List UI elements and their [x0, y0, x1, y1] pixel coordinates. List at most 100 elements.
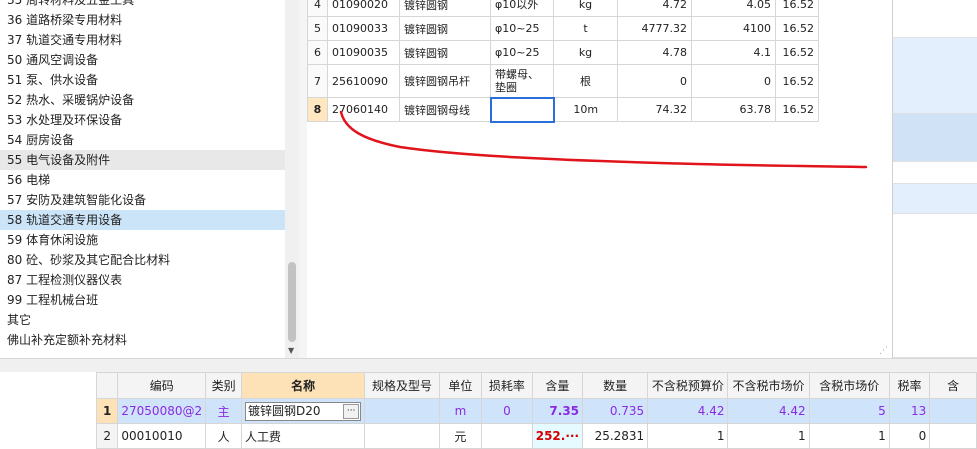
cell-unit[interactable]: m [438, 398, 483, 424]
cell-more[interactable] [929, 398, 977, 424]
category-item[interactable]: 54 厨房设备 [0, 130, 285, 150]
material-value: 16.52 [775, 16, 819, 41]
cell-type[interactable]: 人 [205, 423, 243, 449]
category-item[interactable]: 99 工程机械台班 [0, 290, 285, 310]
cell-qty[interactable]: 7.35 [531, 398, 584, 424]
category-tree: 35 周转材料及五金工具 36 道路桥梁专用材料 37 轨道交通专用材料 50 … [0, 0, 285, 358]
category-item[interactable]: 37 轨道交通专用材料 [0, 30, 285, 50]
material-row[interactable]: 5 01090033 镀锌圆钢 φ10~25 t 4777.32 4100 16… [307, 16, 819, 41]
category-item[interactable]: 53 水处理及环保设备 [0, 110, 285, 130]
category-item[interactable]: 35 周转材料及五金工具 [0, 0, 285, 10]
scrollbar-thumb[interactable] [288, 262, 296, 342]
header-type[interactable]: 类别 [205, 372, 243, 399]
material-code: 01090033 [327, 16, 400, 41]
cell-amount[interactable]: 0.735 [582, 398, 649, 424]
cell-spec[interactable] [364, 423, 440, 449]
header-spec[interactable]: 规格及型号 [364, 372, 440, 399]
cell-qty[interactable]: 252.··· [531, 423, 584, 449]
category-item[interactable]: 51 泵、供水设备 [0, 70, 285, 90]
material-code: 01090020 [327, 0, 400, 17]
grid-header-row: 编码 类别 名称 规格及型号 单位 损耗率 含量 数量 不含税预算价 不含税市场… [95, 372, 977, 399]
cell-loss[interactable]: 0 [481, 398, 533, 424]
cell-unit[interactable]: 元 [438, 423, 483, 449]
cell-spec[interactable] [364, 398, 440, 424]
cell-code[interactable]: 00010010 [117, 423, 207, 449]
category-item[interactable]: 36 道路桥梁专用材料 [0, 10, 285, 30]
material-row-selected[interactable]: 8 27060140 镀锌圆钢母线 10m 74.32 63.78 16.52 [307, 96, 819, 123]
material-value: 4.1 [691, 40, 776, 65]
cell-more[interactable] [929, 423, 977, 449]
cell-loss[interactable] [481, 423, 533, 449]
name-editor[interactable]: 镀锌圆钢D20 ··· [245, 401, 362, 421]
resize-grip-icon[interactable]: ⋰ [879, 346, 888, 356]
material-row[interactable]: 6 01090035 镀锌圆钢 φ10~25 kg 4.78 4.1 16.52 [307, 40, 819, 65]
category-item[interactable]: 57 安防及建筑智能化设备 [0, 190, 285, 210]
header-market-tax[interactable]: 含税市场价 [808, 372, 890, 399]
material-code: 27060140 [327, 97, 400, 122]
scroll-down-icon[interactable]: ▼ [288, 346, 294, 355]
cell-code[interactable]: 27050080@2 [117, 398, 207, 424]
cell-rate[interactable]: 13 [888, 398, 931, 424]
ellipsis-button-icon[interactable]: ··· [343, 403, 360, 419]
grid-row-selected[interactable]: 1 27050080@2 主 镀锌圆钢D20 ··· m 0 7.35 0.735… [95, 398, 977, 424]
panel-band [893, 0, 977, 38]
category-item[interactable]: 50 通风空调设备 [0, 50, 285, 70]
material-value: 4.05 [691, 0, 776, 17]
cell-name[interactable]: 人工费 [241, 423, 366, 449]
category-item[interactable]: 56 电梯 [0, 170, 285, 190]
grid-row[interactable]: 2 00010010 人 人工费 元 252.··· 25.2831 1 1 1… [95, 423, 977, 449]
cell-amount[interactable]: 25.2831 [582, 423, 649, 449]
material-spec: 带螺母、垫圈 [490, 64, 554, 98]
cell-budget[interactable]: 1 [647, 423, 729, 449]
category-item[interactable]: 59 体育休闲设施 [0, 230, 285, 250]
cell-type[interactable]: 主 [205, 398, 243, 424]
material-unit: kg [553, 0, 618, 17]
material-spec: φ10~25 [490, 40, 554, 65]
panel-band [893, 214, 977, 358]
material-spec: φ10以外 [490, 0, 554, 17]
category-item[interactable]: 其它 [0, 310, 285, 330]
panel-band [893, 38, 977, 114]
header-name[interactable]: 名称 [241, 372, 366, 399]
cell-market-tax[interactable]: 1 [808, 423, 890, 449]
material-code: 25610090 [327, 64, 400, 98]
material-list-panel: 4 01090020 镀锌圆钢 φ10以外 kg 4.72 4.05 16.52… [307, 0, 892, 358]
header-budget[interactable]: 不含税预算价 [647, 372, 729, 399]
row-number: 1 [95, 398, 119, 424]
cell-market[interactable]: 4.42 [727, 398, 810, 424]
material-code: 01090035 [327, 40, 400, 65]
material-value: 16.52 [775, 64, 819, 98]
category-scrollbar[interactable]: ▼ [285, 0, 299, 358]
cell-budget[interactable]: 4.42 [647, 398, 729, 424]
cell-rate[interactable]: 0 [888, 423, 931, 449]
category-item[interactable]: 52 热水、采暖锅炉设备 [0, 90, 285, 110]
cell-market[interactable]: 1 [727, 423, 810, 449]
material-unit: 10m [553, 97, 618, 122]
panel-band [893, 162, 977, 184]
header-unit[interactable]: 单位 [438, 372, 483, 399]
right-panel [892, 0, 977, 358]
category-item-selected[interactable]: 58 轨道交通专用设备 [0, 210, 285, 230]
header-code[interactable]: 编码 [117, 372, 207, 399]
header-more[interactable]: 含 [929, 372, 977, 399]
header-rate[interactable]: 税率 [888, 372, 931, 399]
header-qty[interactable]: 含量 [531, 372, 584, 399]
material-value: 16.52 [775, 0, 819, 17]
category-item[interactable]: 佛山补充定额补充材料 [0, 330, 285, 350]
category-item-hovered[interactable]: 55 电气设备及附件 [0, 150, 285, 170]
material-name: 镀锌圆钢吊杆 [399, 64, 491, 98]
category-item[interactable]: 80 砼、砂浆及其它配合比材料 [0, 250, 285, 270]
panel-band [893, 184, 977, 214]
material-row[interactable]: 7 25610090 镀锌圆钢吊杆 带螺母、垫圈 根 0 0 16.52 [307, 64, 819, 98]
material-spec: φ10~25 [490, 16, 554, 41]
horizontal-splitter[interactable] [0, 358, 977, 372]
cell-market-tax[interactable]: 5 [808, 398, 890, 424]
material-row[interactable]: 4 01090020 镀锌圆钢 φ10以外 kg 4.72 4.05 16.52 [307, 0, 819, 17]
header-loss[interactable]: 损耗率 [481, 372, 533, 399]
category-item[interactable]: 87 工程检测仪器仪表 [0, 270, 285, 290]
material-spec-editor[interactable] [489, 96, 555, 123]
row-number: 6 [307, 40, 328, 65]
header-market[interactable]: 不含税市场价 [727, 372, 810, 399]
header-amount[interactable]: 数量 [582, 372, 649, 399]
cell-name[interactable]: 镀锌圆钢D20 ··· [241, 398, 366, 424]
